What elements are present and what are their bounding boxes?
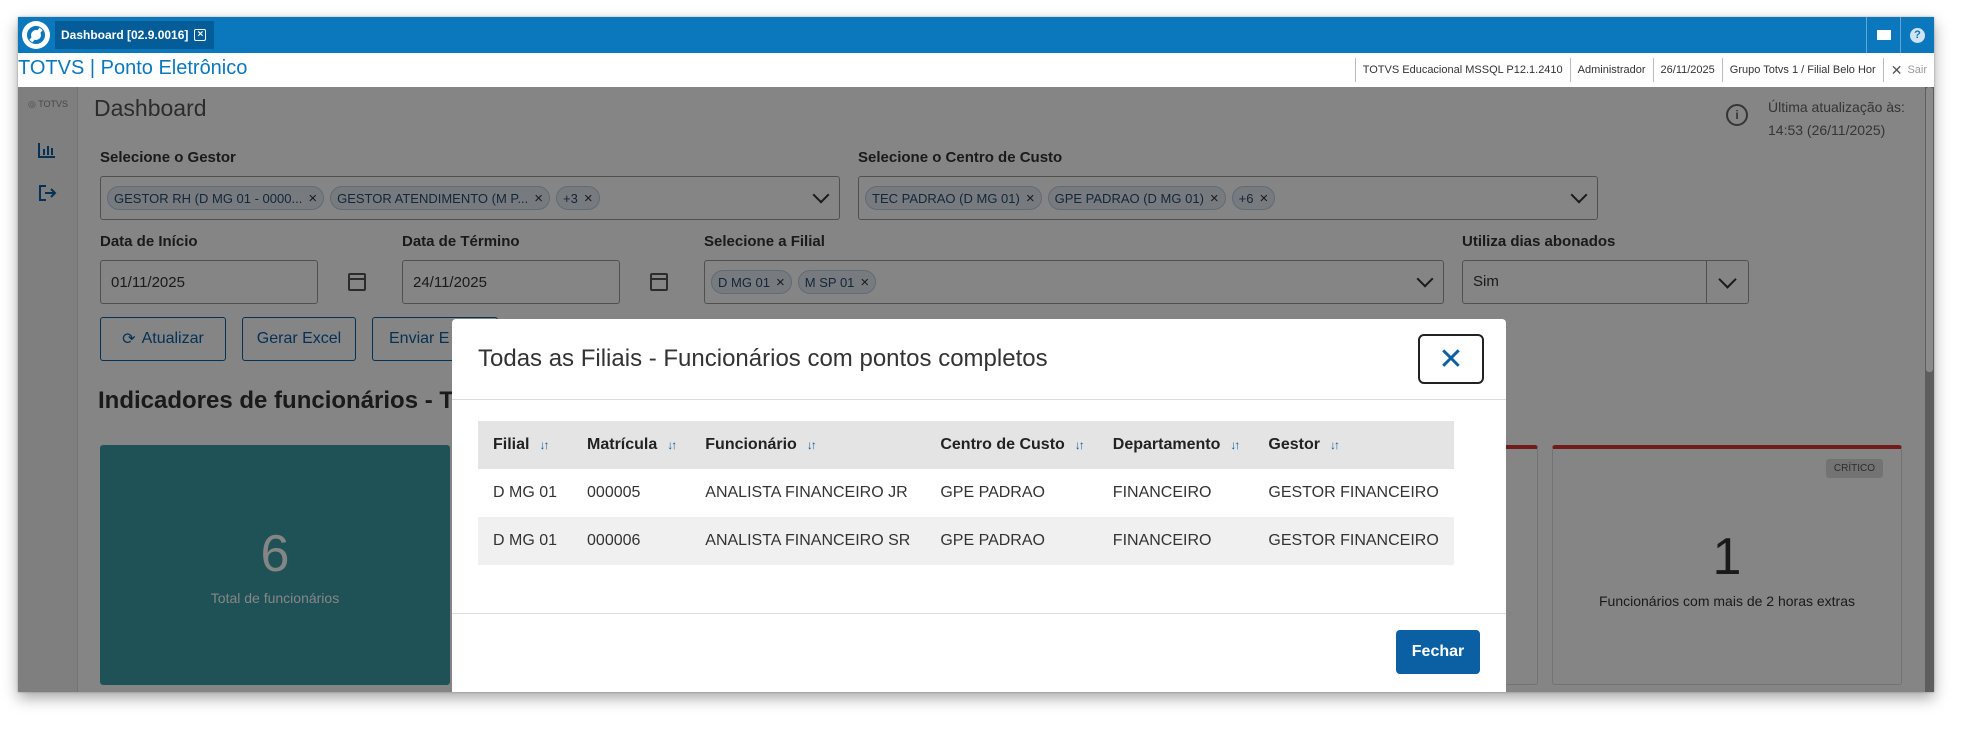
cell-funcionario: ANALISTA FINANCEIRO JR	[705, 484, 908, 501]
sort-icon[interactable]: ↓↑	[539, 438, 549, 452]
app-title: TOTVS | Ponto Eletrônico	[18, 57, 248, 79]
cell-filial: D MG 01	[493, 484, 558, 501]
cell-funcionario: ANALISTA FINANCEIRO SR	[690, 517, 926, 565]
app-window: Dashboard [02.9.0016] × ? TOTVS | Ponto …	[18, 17, 1934, 692]
sort-icon[interactable]: ↓↑	[1230, 438, 1240, 452]
table-header-row: Filial ↓↑ Matrícula ↓↑ Funcionário ↓↑ Centr…	[478, 421, 1454, 469]
column-header-matricula[interactable]: Matrícula ↓↑	[572, 421, 691, 469]
environment-label: TOTVS Educacional MSSQL P12.1.2410	[1354, 58, 1570, 82]
tab-label: Dashboard [02.9.0016]	[61, 28, 189, 42]
sort-icon[interactable]: ↓↑	[1330, 438, 1340, 452]
cell-gestor: GESTOR FINANCEIRO	[1253, 517, 1454, 565]
divider	[452, 399, 1506, 400]
cell-matricula: 000005	[587, 484, 641, 501]
cell-gestor: GESTOR FINANCEIRO	[1268, 484, 1439, 501]
column-header-departamento[interactable]: Departamento ↓↑	[1097, 421, 1254, 469]
sort-icon[interactable]: ↓↑	[667, 438, 677, 452]
help-icon[interactable]: ?	[1900, 17, 1934, 53]
header-bar: TOTVS | Ponto Eletrônico TOTVS Educacion…	[18, 53, 1934, 87]
fechar-button[interactable]: Fechar	[1396, 630, 1480, 674]
sort-icon[interactable]: ↓↑	[807, 438, 817, 452]
branch-label[interactable]: Grupo Totvs 1 / Filial Belo Hor	[1721, 58, 1883, 82]
totvs-logo-icon[interactable]	[22, 21, 50, 49]
top-bar: Dashboard [02.9.0016] × ?	[18, 17, 1934, 53]
close-icon: ✕	[1890, 61, 1903, 78]
divider	[452, 613, 1506, 614]
tab-dashboard[interactable]: Dashboard [02.9.0016] ×	[55, 21, 215, 49]
cell-departamento: FINANCEIRO	[1097, 517, 1254, 565]
table-row[interactable]: D MG 01 000005 ANALISTA FINANCEIRO JR GP…	[478, 469, 1454, 517]
column-header-gestor[interactable]: Gestor ↓↑	[1253, 421, 1454, 469]
cell-filial: D MG 01	[478, 517, 573, 565]
user-label: Administrador	[1569, 58, 1653, 82]
system-info: TOTVS Educacional MSSQL P12.1.2410 Admin…	[1354, 58, 1934, 82]
date-label: 26/11/2025	[1652, 58, 1722, 82]
column-header-funcionario[interactable]: Funcionário ↓↑	[690, 421, 926, 469]
scrollbar[interactable]	[1925, 87, 1934, 692]
table-row[interactable]: D MG 01 000006 ANALISTA FINANCEIRO SR GP…	[478, 517, 1454, 565]
cell-centro-custo: GPE PADRAO	[940, 484, 1045, 501]
close-tab-icon[interactable]: ×	[194, 29, 207, 41]
cell-centro-custo: GPE PADRAO	[925, 517, 1098, 565]
mail-icon[interactable]	[1866, 17, 1900, 53]
sort-icon[interactable]: ↓↑	[1075, 438, 1085, 452]
cell-departamento: FINANCEIRO	[1112, 484, 1212, 501]
close-icon: ✕	[1438, 342, 1464, 376]
employees-table: Filial ↓↑ Matrícula ↓↑ Funcionário ↓↑ Centr…	[478, 421, 1454, 565]
logout-label: Sair	[1907, 64, 1927, 76]
logout-button[interactable]: ✕ Sair	[1882, 58, 1934, 82]
close-modal-button[interactable]: ✕	[1418, 334, 1484, 384]
scrollbar-thumb[interactable]	[1926, 87, 1933, 372]
column-header-filial[interactable]: Filial ↓↑	[478, 421, 573, 469]
modal-dialog: Todas as Filiais - Funcionários com pont…	[452, 319, 1506, 692]
modal-title: Todas as Filiais - Funcionários com pont…	[478, 345, 1048, 372]
cell-matricula: 000006	[572, 517, 691, 565]
column-header-centro-custo[interactable]: Centro de Custo ↓↑	[925, 421, 1098, 469]
